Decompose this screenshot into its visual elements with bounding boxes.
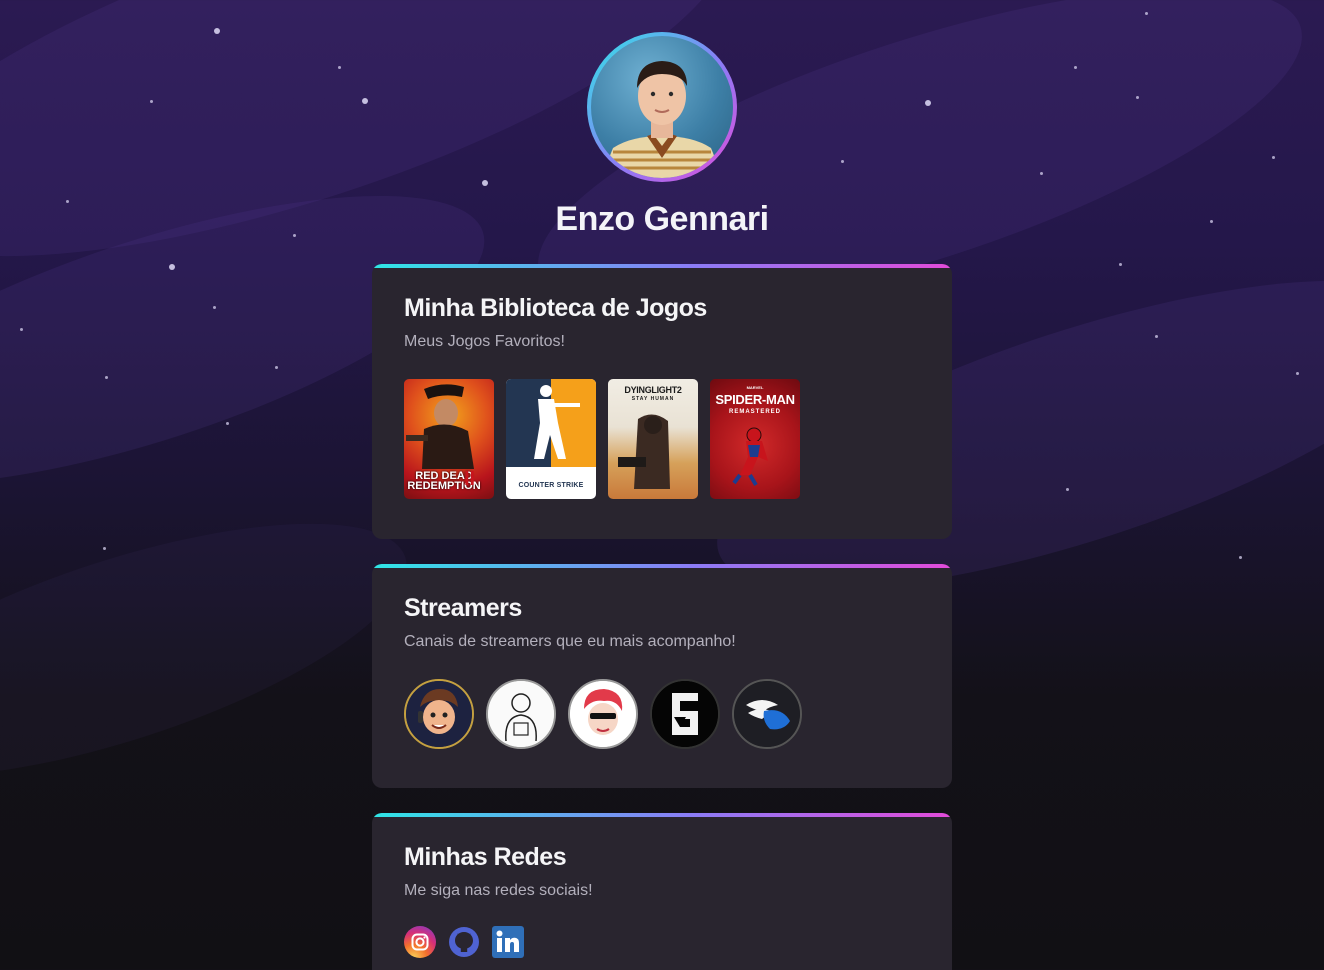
profile-avatar-ring [587,32,737,182]
games-title: Minha Biblioteca de Jogos [404,294,707,322]
instagram-icon[interactable] [404,926,436,958]
game-cover-spider-man[interactable]: MARVEL SPIDER-MAN REMASTERED [710,379,800,499]
game-cover-rdr-text: RED DEAD REDEMPTION [407,470,481,492]
streamers-title: Streamers [404,594,522,622]
social-subtitle: Me siga nas redes sociais! [404,882,593,899]
streamers-subtitle: Canais de streamers que eu mais acompanh… [404,633,736,650]
streamer-avatar-red-hair-icon[interactable] [568,679,638,749]
profile-avatar [591,36,733,178]
github-icon[interactable] [448,926,480,958]
streamer-avatar-rainbow-six-icon[interactable] [650,679,720,749]
streamers-list [404,679,920,749]
streamer-avatar-wing-icon[interactable] [732,679,802,749]
game-cover-red-dead-redemption[interactable]: RED DEAD REDEMPTION II [404,379,494,499]
streamers-card: Streamers Canais de streamers que eu mai… [372,564,952,788]
game-cover-dying-light-2[interactable]: DYINGLIGHT2 STAY HUMAN [608,379,698,499]
streamer-avatar-sketch-icon[interactable] [486,679,556,749]
streamer-avatar-cartoon-boy-icon[interactable] [404,679,474,749]
social-card: Minhas Redes Me siga nas redes sociais! [372,813,952,970]
game-cover-counter-strike[interactable]: COUNTER STRIKE [506,379,596,499]
game-cover-rdr-mark: II [464,468,476,490]
game-cover-cs-text: COUNTER STRIKE [518,482,584,489]
games-list: RED DEAD REDEMPTION II COUNTER STRIKE DYI… [404,379,920,499]
social-links [404,926,920,958]
games-subtitle: Meus Jogos Favoritos! [404,333,565,350]
games-card: Minha Biblioteca de Jogos Meus Jogos Fav… [372,264,952,539]
linkedin-icon[interactable] [492,926,524,958]
social-title: Minhas Redes [404,843,567,871]
profile-name: Enzo Gennari [555,200,769,238]
